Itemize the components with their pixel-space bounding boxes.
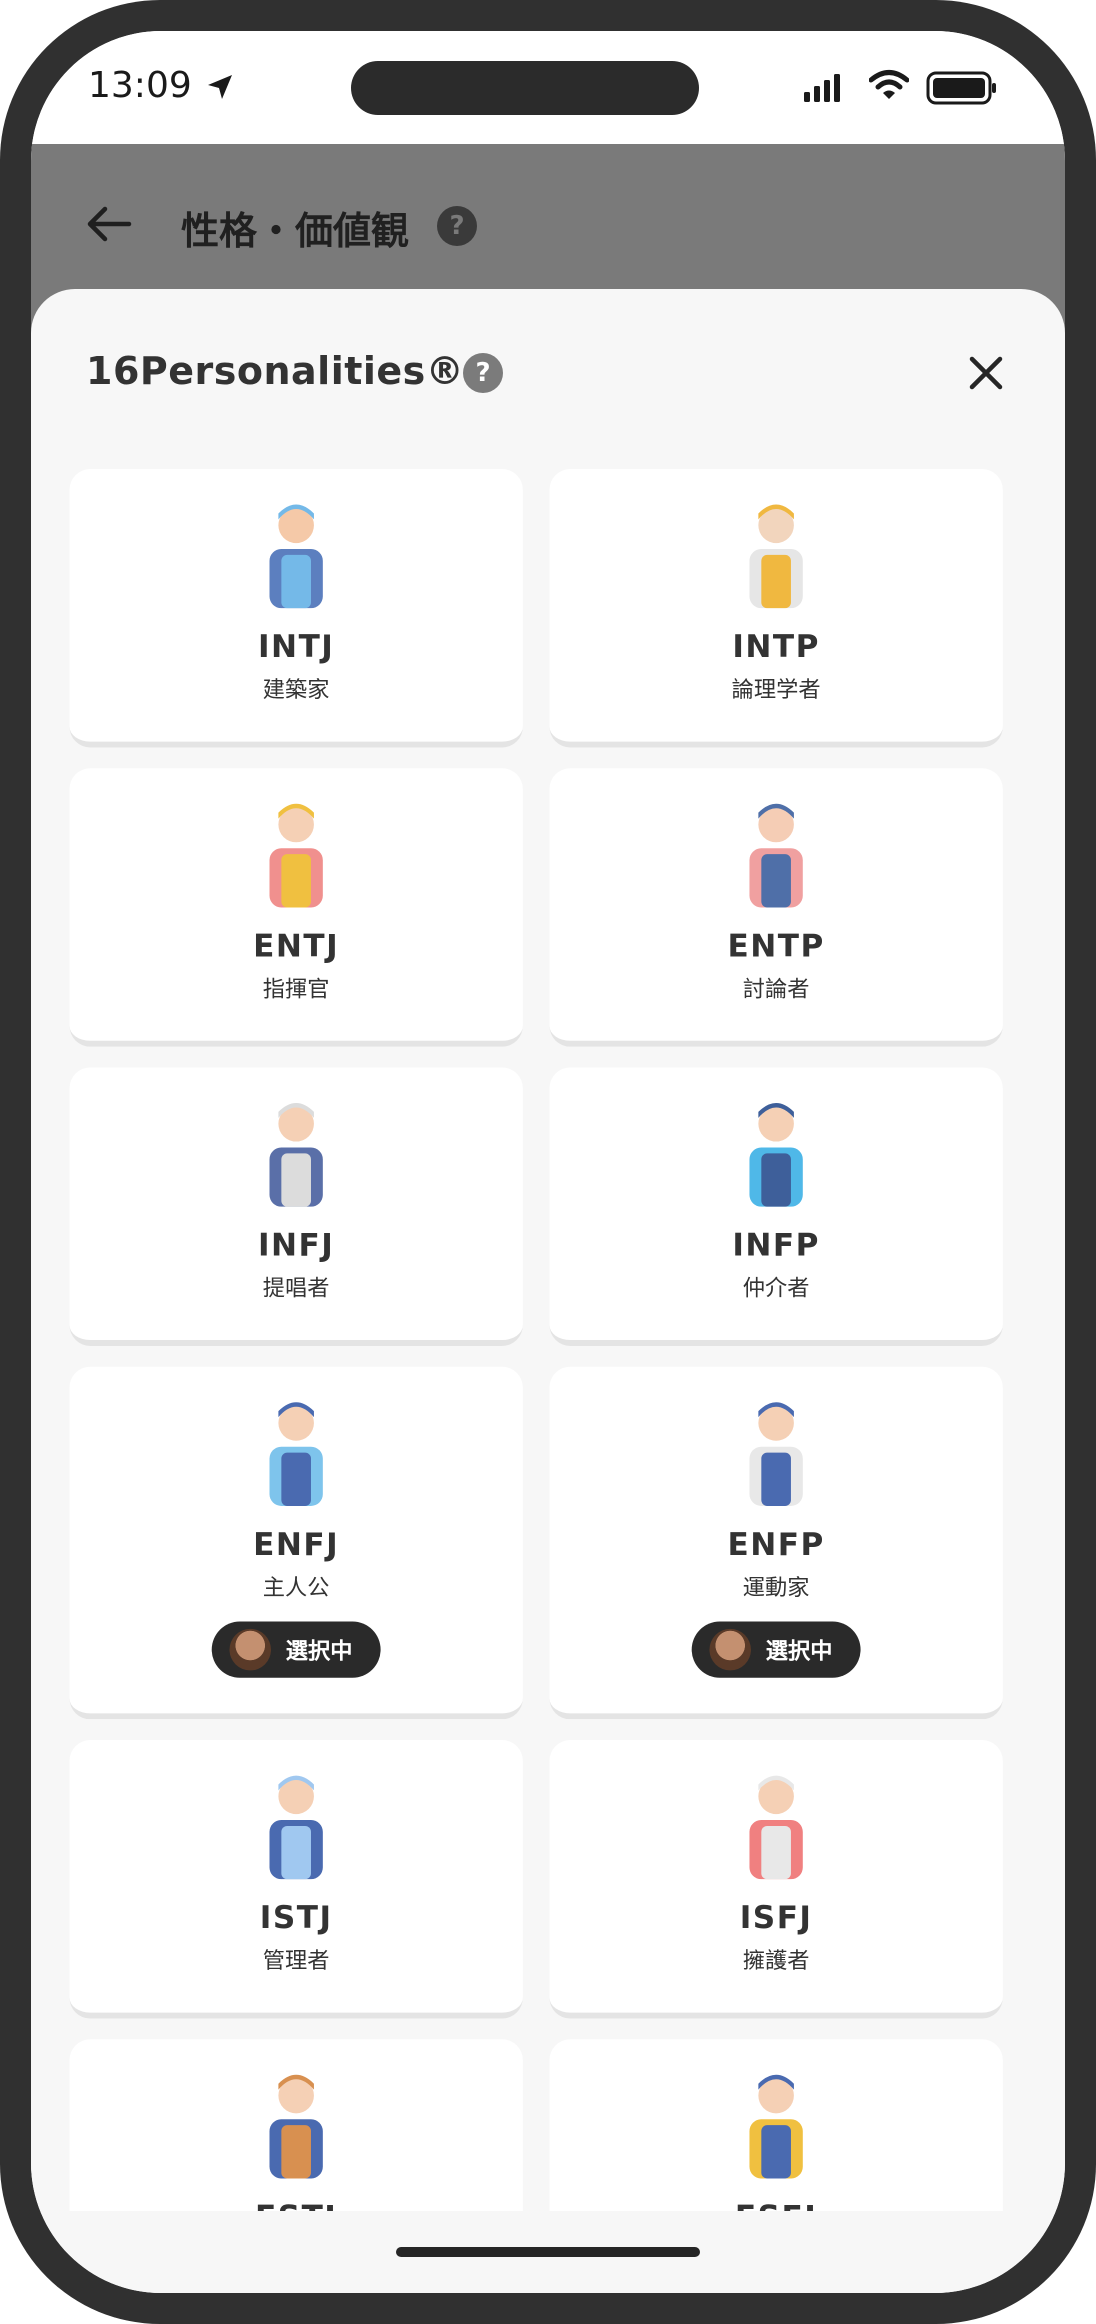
status-bar: 13:09 xyxy=(31,31,1065,144)
personality-card-intj[interactable]: INTJ 建築家 xyxy=(69,469,523,748)
king-figure-icon xyxy=(269,803,323,908)
nurse-figure-icon xyxy=(749,1775,803,1880)
home-indicator[interactable] xyxy=(396,2247,700,2257)
personality-code: INTP xyxy=(732,628,820,665)
personality-card-isfj[interactable]: ISFJ 擁護者 xyxy=(549,1740,1003,2019)
personality-name: 擁護者 xyxy=(742,1947,810,1975)
personality-code: ISFJ xyxy=(739,1900,813,1936)
personality-card-intp[interactable]: INTP 論理学者 xyxy=(549,469,1003,748)
sheet-title: 16Personalities® xyxy=(86,349,465,393)
woman-figure-icon xyxy=(749,1103,803,1207)
personality-card-enfj[interactable]: ENFJ 主人公選択中 xyxy=(69,1366,523,1720)
wizard-figure-icon xyxy=(269,1103,323,1207)
knight-figure-icon xyxy=(269,1402,323,1506)
personality-card-esfj[interactable]: ESFJ領事 xyxy=(549,2039,1003,2211)
personality-name: 管理者 xyxy=(262,1947,330,1975)
personality-name: 仲介者 xyxy=(742,1274,810,1302)
user-avatar xyxy=(709,1628,751,1671)
grandma-figure-icon xyxy=(749,2074,803,2179)
cellular-signal-icon xyxy=(804,74,840,102)
personality-bottom-sheet: 16Personalities® ? INTJ 建築家 INTP 論理学者 ENTJ 指揮… xyxy=(31,289,1065,2293)
dynamic-island xyxy=(351,61,699,115)
personality-name: 提唱者 xyxy=(262,1274,330,1302)
personality-name: 指揮官 xyxy=(262,975,330,1003)
personality-card-infj[interactable]: INFJ 提唱者 xyxy=(69,1067,523,1346)
personality-name: 運動家 xyxy=(742,1574,810,1601)
personality-code: ENTP xyxy=(727,928,825,964)
battery-icon xyxy=(926,71,996,105)
wifi-icon xyxy=(869,70,909,99)
help-icon[interactable]: ? xyxy=(437,206,477,246)
bearded-man-figure-icon xyxy=(749,803,803,908)
personality-card-infp[interactable]: INFP 仲介者 xyxy=(549,1067,1003,1346)
personality-code: ESTJ xyxy=(70,2199,523,2211)
personality-code: ENFP xyxy=(727,1526,825,1563)
businessman-figure-icon xyxy=(269,2074,323,2179)
selected-label: 選択中 xyxy=(765,1637,833,1665)
personality-card-istj[interactable]: ISTJ 管理者 xyxy=(69,1740,523,2019)
personality-code: INFJ xyxy=(257,1227,335,1264)
personality-code: INFP xyxy=(732,1227,820,1264)
builder-figure-icon xyxy=(269,504,323,609)
personality-name: 論理学者 xyxy=(731,676,821,704)
personality-code: ENTJ xyxy=(253,928,340,964)
personality-card-entp[interactable]: ENTP 討論者 xyxy=(549,768,1003,1047)
selected-badge: 選択中 xyxy=(691,1621,861,1678)
personality-card-entj[interactable]: ENTJ 指揮官 xyxy=(69,768,523,1047)
phone-frame: 13:09 性格・価値観 ? 16Personalities® ? INTJ 建… xyxy=(0,0,1096,2324)
close-icon[interactable] xyxy=(962,349,1010,397)
selected-label: 選択中 xyxy=(285,1637,353,1665)
personality-card-enfp[interactable]: ENFP 運動家選択中 xyxy=(549,1366,1003,1720)
user-avatar xyxy=(229,1628,271,1671)
personality-name: 主人公 xyxy=(262,1574,330,1601)
personality-name: 討論者 xyxy=(742,975,810,1003)
back-arrow-icon[interactable] xyxy=(81,196,137,252)
personality-code: ISTJ xyxy=(259,1900,333,1936)
scientist-figure-icon xyxy=(749,504,803,609)
personality-grid: INTJ 建築家 INTP 論理学者 ENTJ 指揮官 ENTP 討論者 INFJ 提唱者 INFP… xyxy=(31,469,1065,2211)
personality-card-estj[interactable]: ESTJ幹部 xyxy=(69,2039,523,2211)
page-title: 性格・価値観 xyxy=(181,209,410,253)
personality-grid-inner: INTJ 建築家 INTP 論理学者 ENTJ 指揮官 ENTP 討論者 INFJ 提唱者 INFP… xyxy=(31,469,1065,2211)
status-time: 13:09 xyxy=(88,65,192,106)
selected-badge: 選択中 xyxy=(211,1621,381,1678)
sheet-help-icon[interactable]: ? xyxy=(463,353,503,393)
location-arrow-icon xyxy=(208,75,232,99)
performer-figure-icon xyxy=(749,1402,803,1506)
screen: 13:09 性格・価値観 ? 16Personalities® ? INTJ 建… xyxy=(31,31,1065,2293)
personality-code: ENFJ xyxy=(253,1526,340,1563)
binoculars-figure-icon xyxy=(269,1775,323,1880)
personality-code: INTJ xyxy=(257,628,335,665)
personality-code: ESFJ xyxy=(549,2199,1002,2211)
personality-name: 建築家 xyxy=(262,676,330,704)
